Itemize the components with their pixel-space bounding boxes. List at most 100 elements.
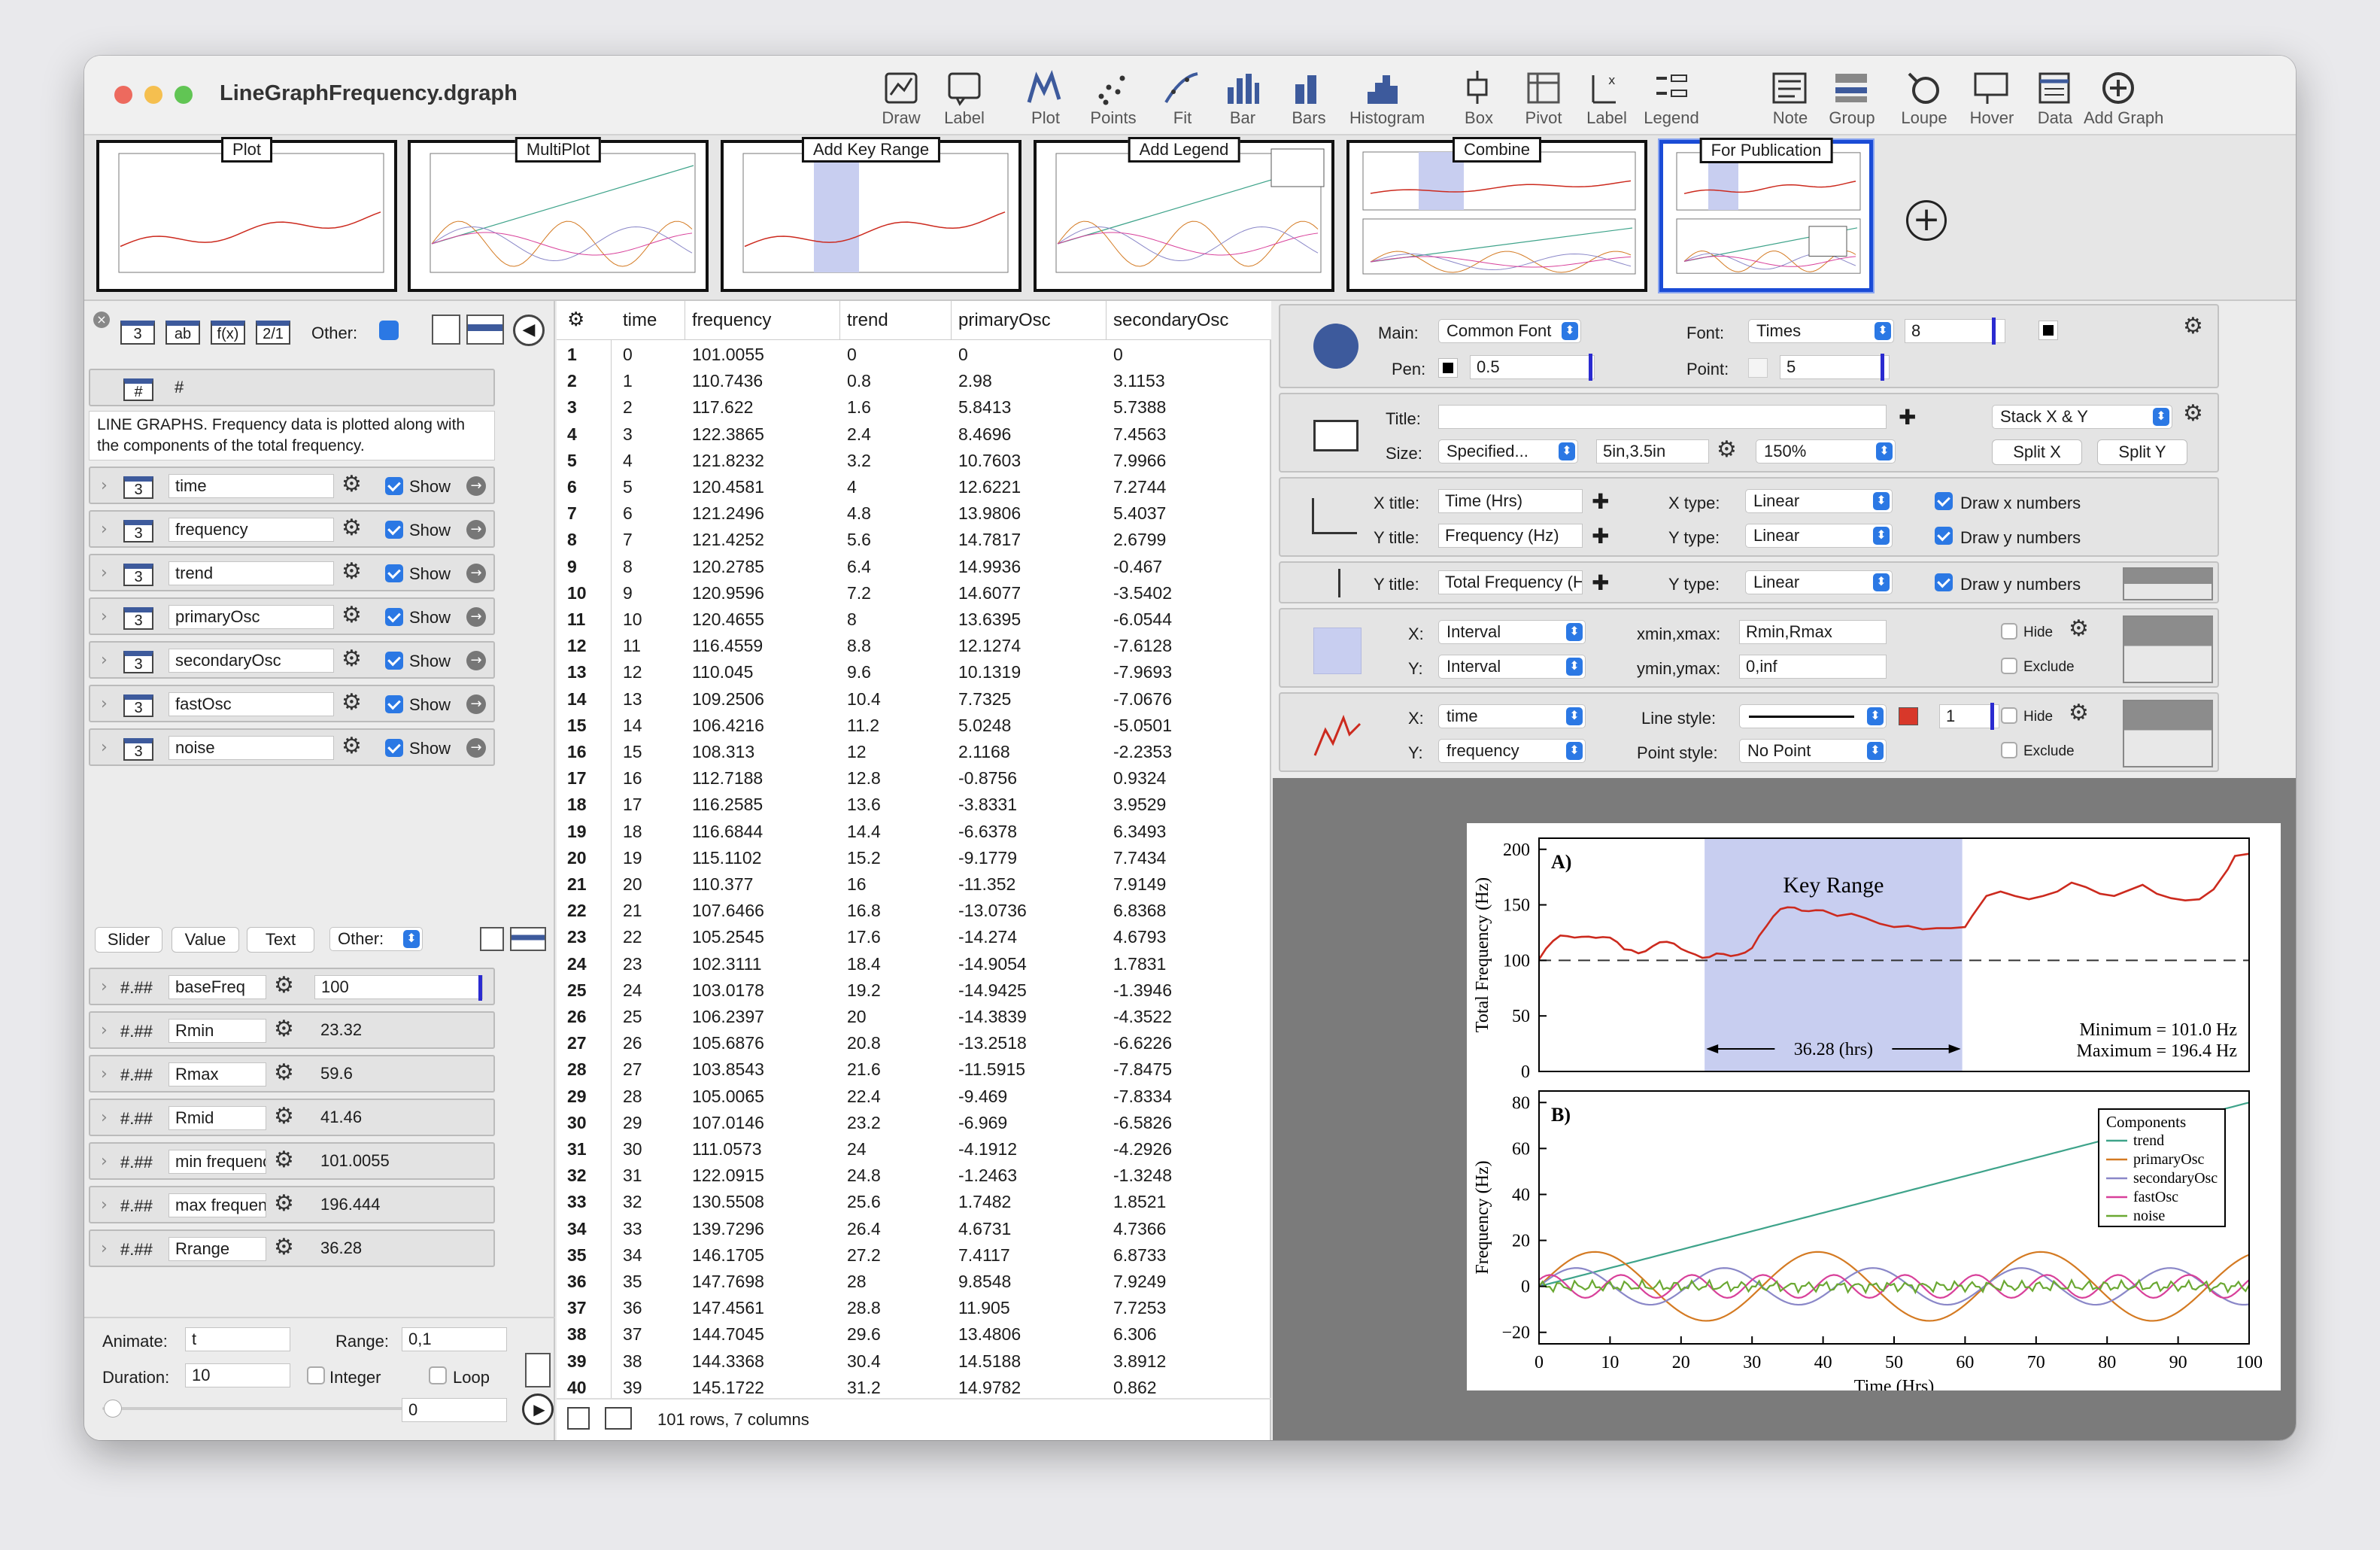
row-number[interactable]: 1 — [567, 345, 577, 365]
variable-name-field[interactable]: Rmax — [168, 1062, 266, 1087]
table-cell[interactable]: 1.7831 — [1113, 954, 1166, 974]
pen-color-swatch[interactable] — [1438, 358, 1458, 378]
thumbnail-plot[interactable]: Plot — [96, 137, 397, 292]
table-cell[interactable]: 14.4 — [847, 822, 881, 842]
toolbar-button-legend[interactable]: Legend — [1637, 63, 1706, 132]
table-cell[interactable]: 17 — [623, 795, 642, 815]
thumbnail-for-publication[interactable]: For Publication — [1659, 138, 1873, 292]
list-view-icon[interactable] — [432, 315, 460, 345]
table-settings-gear-icon[interactable]: ⚙ — [567, 308, 584, 331]
column-row-noise[interactable]: › 3 noise ⚙ Show → — [89, 728, 495, 766]
variable-row-min-frequency[interactable]: › #.## min frequency ⚙ 101.0055 — [89, 1142, 495, 1180]
row-number[interactable]: 18 — [567, 795, 587, 815]
table-cell[interactable]: 24.8 — [847, 1166, 881, 1186]
toolbar-button-add-graph[interactable]: Add Graph — [2084, 63, 2163, 132]
go-arrow-icon[interactable]: → — [466, 607, 486, 627]
table-cell[interactable]: 0.9324 — [1113, 768, 1166, 789]
table-cell[interactable]: 108.313 — [692, 742, 754, 762]
thumbnail-multiplot[interactable]: MultiPlot — [408, 137, 709, 292]
line-width-slider[interactable] — [1990, 703, 1994, 730]
range-hide-checkbox[interactable] — [2001, 623, 2017, 640]
table-cell[interactable]: 107.0146 — [692, 1113, 764, 1133]
table-cell[interactable]: 111.0573 — [692, 1139, 762, 1159]
main-gear-icon[interactable]: ⚙ — [2183, 313, 2203, 339]
variable-gear-icon[interactable]: ⚙ — [274, 1016, 294, 1042]
column-gear-icon[interactable]: ⚙ — [342, 689, 362, 716]
range-gear-icon[interactable]: ⚙ — [2069, 615, 2089, 642]
animate-field[interactable]: t — [185, 1327, 290, 1351]
column-name-field[interactable]: trend — [168, 561, 334, 585]
variable-value-field[interactable]: 196.444 — [314, 1193, 483, 1217]
table-cell[interactable]: -7.6128 — [1113, 636, 1172, 656]
table-cell[interactable]: 27.2 — [847, 1245, 881, 1266]
column-gear-icon[interactable]: ⚙ — [342, 733, 362, 759]
table-cell[interactable]: 15.2 — [847, 848, 881, 868]
row-number[interactable]: 3 — [567, 397, 577, 418]
table-cell[interactable]: -7.0676 — [1113, 689, 1172, 710]
toolbar-button-label[interactable]: Label — [930, 63, 999, 132]
table-cell[interactable]: 30.4 — [847, 1351, 881, 1372]
show-checkbox[interactable] — [385, 739, 403, 757]
table-header-secondaryOsc[interactable]: secondaryOsc — [1113, 310, 1228, 331]
variable-gear-icon[interactable]: ⚙ — [274, 1103, 294, 1129]
table-cell[interactable]: -9.469 — [958, 1087, 1007, 1107]
go-arrow-icon[interactable]: → — [466, 651, 486, 670]
row-number[interactable]: 26 — [567, 1007, 587, 1027]
column-row-time[interactable]: › 3 time ⚙ Show → — [89, 467, 495, 504]
table-view-icon[interactable] — [466, 315, 504, 345]
speaker-icon[interactable]: ◀ — [513, 315, 545, 346]
table-cell[interactable]: 13.6395 — [958, 609, 1021, 630]
table-cell[interactable]: 12.1274 — [958, 636, 1021, 656]
table-cell[interactable]: 16 — [623, 768, 642, 789]
table-cell[interactable]: 26.4 — [847, 1219, 881, 1239]
variable-gear-icon[interactable]: ⚙ — [274, 1147, 294, 1173]
row-number[interactable]: 29 — [567, 1087, 587, 1107]
column-gear-icon[interactable]: ⚙ — [342, 646, 362, 672]
table-cell[interactable]: 33 — [623, 1219, 642, 1239]
var-other-popup[interactable]: Other: — [329, 927, 423, 951]
row-number[interactable]: 14 — [567, 689, 587, 710]
point-color-swatch[interactable] — [1748, 358, 1768, 378]
var-tab-text[interactable]: Text — [247, 927, 314, 953]
variable-gear-icon[interactable]: ⚙ — [274, 1059, 294, 1086]
toolbar-button-label[interactable]: x Label — [1572, 63, 1641, 132]
close-icon[interactable]: × — [93, 312, 110, 328]
table-cell[interactable]: 15 — [623, 742, 642, 762]
table-cell[interactable]: 117.622 — [692, 397, 753, 418]
var-tab-value[interactable]: Value — [172, 927, 239, 953]
table-cell[interactable]: 7.9149 — [1113, 874, 1166, 895]
table-cell[interactable]: 103.8543 — [692, 1059, 764, 1080]
table-cell[interactable]: 102.3111 — [692, 954, 762, 974]
plot-gear-icon[interactable]: ⚙ — [2069, 700, 2089, 726]
row-number[interactable]: 28 — [567, 1059, 587, 1080]
chevron-right-icon[interactable]: › — [101, 1239, 108, 1258]
go-arrow-icon[interactable]: → — [466, 476, 486, 496]
table-cell[interactable]: 32 — [623, 1192, 642, 1212]
table-cell[interactable]: 8 — [847, 609, 857, 630]
row-number[interactable]: 33 — [567, 1192, 587, 1212]
table-cell[interactable]: 6.306 — [1113, 1324, 1157, 1345]
variable-row-max-frequency[interactable]: › #.## max frequency ⚙ 196.444 — [89, 1186, 495, 1223]
go-arrow-icon[interactable]: → — [466, 738, 486, 758]
table-cell[interactable]: -14.3839 — [958, 1007, 1027, 1027]
row-number[interactable]: 2 — [567, 371, 577, 391]
column-type-button[interactable]: ab — [165, 321, 200, 345]
table-cell[interactable]: 23.2 — [847, 1113, 881, 1133]
table-cell[interactable]: 13.4806 — [958, 1324, 1021, 1345]
chevron-right-icon[interactable]: › — [101, 694, 108, 713]
row-number[interactable]: 7 — [567, 503, 577, 524]
plot-exclude-checkbox[interactable] — [2001, 742, 2017, 758]
go-arrow-icon[interactable]: → — [466, 564, 486, 583]
table-cell[interactable]: 25.6 — [847, 1192, 881, 1212]
table-cell[interactable]: 30 — [623, 1139, 642, 1159]
show-checkbox[interactable] — [385, 477, 403, 495]
size-mode-popup[interactable]: Specified... — [1438, 439, 1578, 463]
table-cell[interactable]: 11.2 — [847, 716, 879, 736]
range-exclude-checkbox[interactable] — [2001, 658, 2017, 674]
variable-value-field[interactable]: 59.6 — [314, 1062, 483, 1087]
table-cell[interactable]: 4.6793 — [1113, 927, 1166, 947]
table-cell[interactable]: -9.1779 — [958, 848, 1017, 868]
toolbar-button-bars[interactable]: Bars — [1274, 63, 1343, 132]
range-y-popup[interactable]: Interval — [1438, 655, 1586, 679]
variable-value-field[interactable]: 100 — [314, 975, 483, 999]
